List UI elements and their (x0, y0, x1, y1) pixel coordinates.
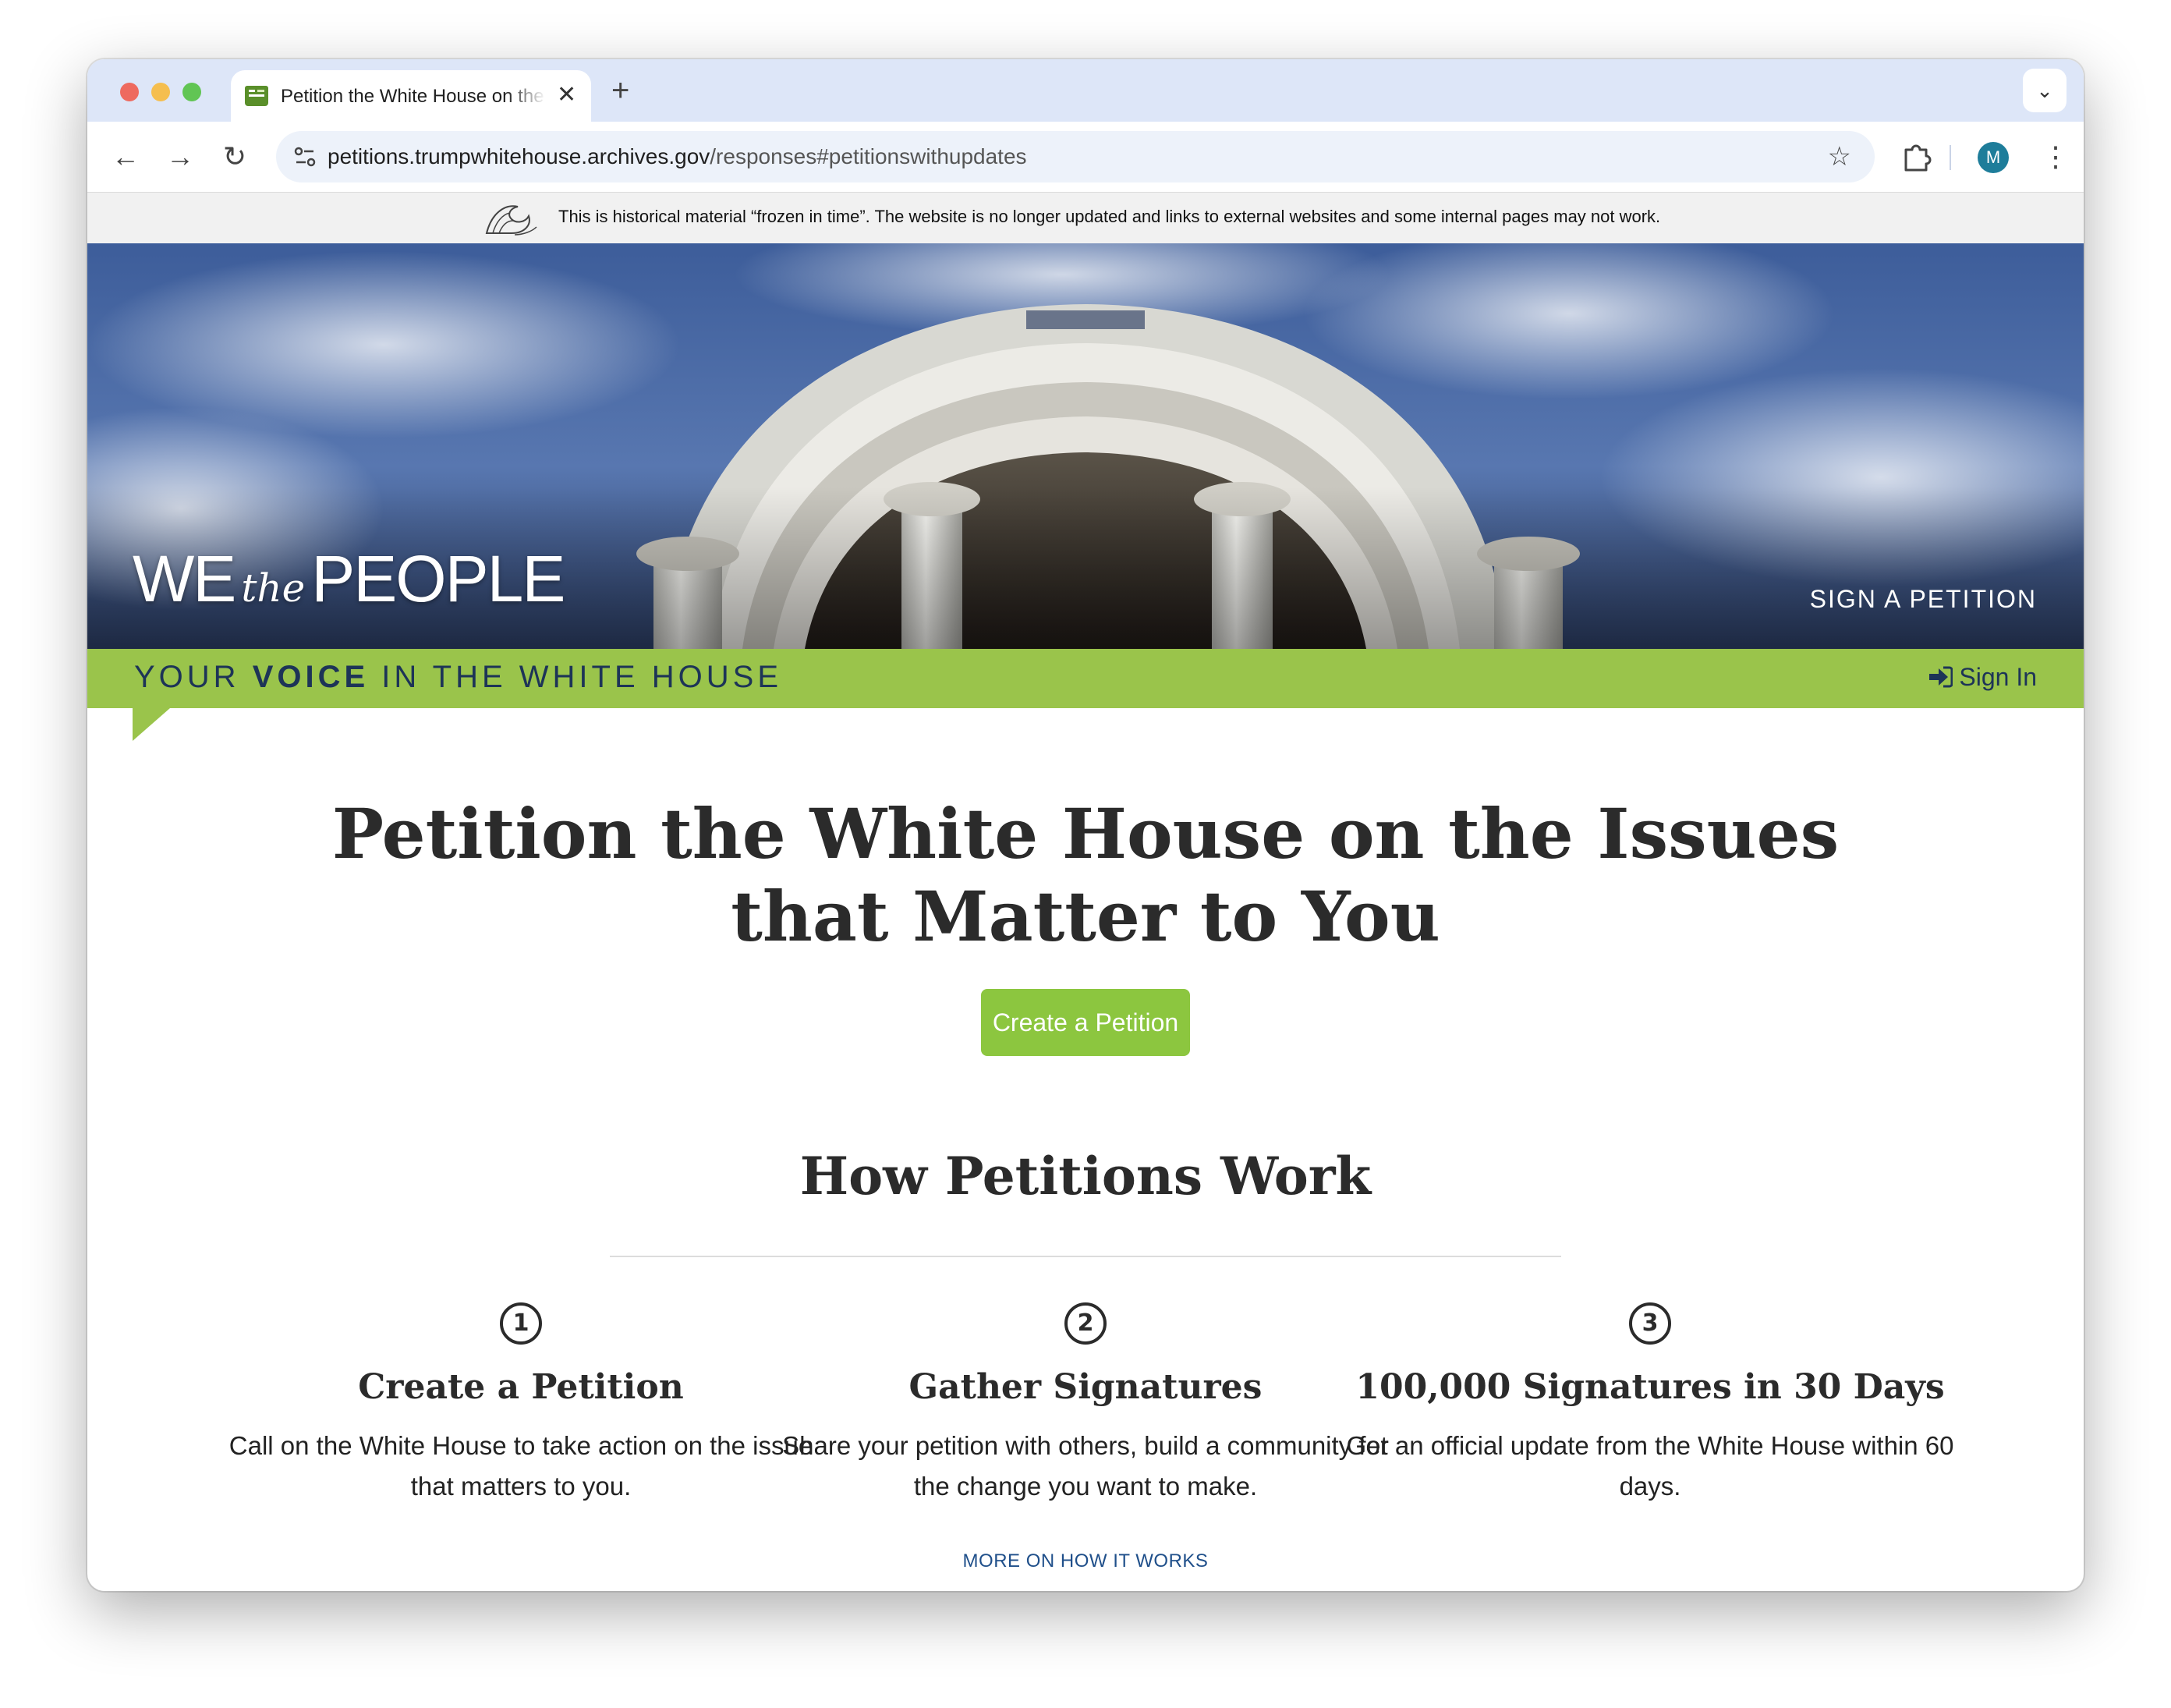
profile-avatar[interactable]: M (1978, 142, 2009, 173)
url-text: petitions.trumpwhitehouse.archives.gov/r… (328, 144, 1027, 169)
forward-icon[interactable]: → (162, 139, 198, 175)
sign-in-link[interactable]: Sign In (1928, 663, 2037, 692)
step-title: Create a Petition (358, 1367, 684, 1407)
sign-in-icon (1929, 666, 1953, 688)
step-create-petition: 1 Create a Petition Call on the White Ho… (201, 1302, 841, 1507)
tab-title: Petition the White House on the Issues t… (281, 86, 546, 107)
step-gather-signatures: 2 Gather Signatures Share your petition … (766, 1302, 1405, 1507)
url-host: petitions.trumpwhitehouse.archives.gov (328, 144, 710, 168)
window-maximize-button[interactable] (182, 83, 201, 101)
step-number-badge: 3 (1629, 1302, 1671, 1345)
extensions-icon[interactable] (1898, 139, 1935, 175)
browser-window: Petition the White House on the Issues t… (87, 59, 2084, 1591)
back-icon[interactable]: ← (108, 139, 143, 175)
star-icon[interactable]: ☆ (1828, 142, 1851, 172)
plus-icon[interactable]: + (611, 73, 629, 108)
archive-notice: This is historical material “frozen in t… (558, 207, 1661, 226)
more-on-how-it-works-link[interactable]: MORE ON HOW IT WORKS (930, 1550, 1241, 1572)
archive-banner: This is historical material “frozen in t… (87, 192, 2084, 244)
we-the-people-favicon-icon (245, 86, 268, 106)
favicon-icon (245, 86, 268, 106)
step-signatures-threshold: 3 100,000 Signatures in 30 Days Get an o… (1330, 1302, 1970, 1507)
step-number-badge: 1 (500, 1302, 542, 1345)
reload-icon[interactable]: ↻ (217, 139, 253, 175)
logo-people: PEOPLE (311, 542, 565, 615)
logo-we: WE (133, 542, 236, 615)
browser-tab[interactable]: Petition the White House on the Issues t… (231, 70, 591, 122)
window-close-button[interactable] (120, 83, 139, 101)
step-description: Get an official update from the White Ho… (1346, 1431, 1954, 1501)
tagline-bold: VOICE (252, 660, 370, 694)
tagline-pre: YOUR (134, 660, 253, 694)
sign-a-petition-link[interactable]: SIGN A PETITION (1810, 585, 2037, 614)
create-petition-button[interactable]: Create a Petition (981, 989, 1190, 1056)
window-minimize-button[interactable] (151, 83, 170, 101)
address-bar[interactable]: petitions.trumpwhitehouse.archives.gov/r… (276, 131, 1875, 182)
step-title: Gather Signatures (908, 1367, 1263, 1407)
logo-the: the (241, 565, 306, 611)
toolbar-separator (1950, 145, 1951, 170)
tagline-notch (133, 708, 170, 741)
hero-banner: WE thePEOPLE SIGN A PETITION (87, 243, 2084, 649)
page-title: Petition the White House on the Issues t… (331, 793, 1840, 957)
tab-strip: Petition the White House on the Issues t… (87, 59, 2084, 122)
tagline-bar: YOUR VOICE IN THE WHITE HOUSE Sign In (87, 649, 2084, 708)
url-path: /responses#petitionswithupdates (710, 144, 1027, 168)
close-icon[interactable]: ✕ (557, 81, 576, 109)
step-description: Call on the White House to take action o… (228, 1431, 813, 1501)
we-the-people-logo[interactable]: WE thePEOPLE (133, 541, 565, 627)
sign-in-label: Sign In (1959, 663, 2037, 691)
chevron-down-icon[interactable]: ⌄ (2023, 69, 2067, 112)
tagline: YOUR VOICE IN THE WHITE HOUSE (134, 660, 782, 695)
archives-wave-logo-icon (485, 205, 537, 236)
step-description: Share your petition with others, build a… (782, 1431, 1389, 1501)
section-divider (610, 1256, 1561, 1257)
step-number-badge: 2 (1064, 1302, 1107, 1345)
more-vert-icon[interactable]: ⋮ (2042, 139, 2070, 175)
tagline-post: IN THE WHITE HOUSE (369, 660, 783, 694)
site-settings-icon[interactable] (290, 142, 320, 172)
step-title: 100,000 Signatures in 30 Days (1355, 1367, 1945, 1407)
how-petitions-work-heading: How Petitions Work (799, 1146, 1372, 1207)
browser-toolbar: ← → ↻ petitions.trumpwhitehouse.archives… (87, 122, 2084, 192)
